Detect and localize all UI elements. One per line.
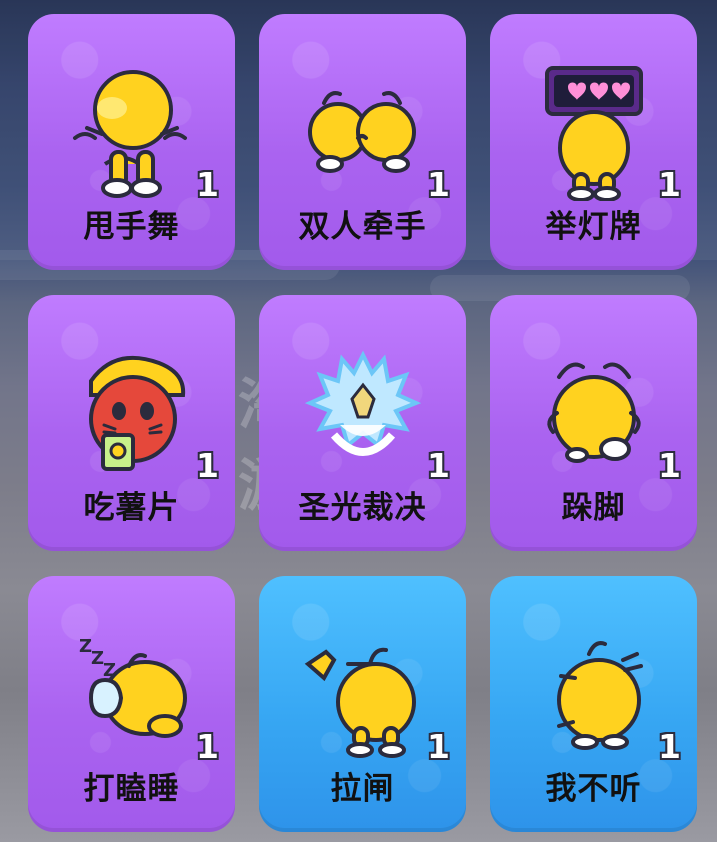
item-label: 打瞌睡 (83, 771, 180, 807)
item-label: 跺脚 (561, 490, 626, 526)
item-count: 1 (427, 727, 450, 766)
item-count: 1 (658, 727, 681, 766)
hand-holding-chicks-icon (307, 91, 416, 173)
item-label: 拉闸 (330, 771, 395, 807)
dancing-chick-icon (72, 70, 187, 198)
holy-crown-icon (304, 350, 421, 456)
item-label: 双人牵手 (298, 209, 427, 245)
emote-card-8[interactable]: 1 我不听 (490, 576, 697, 832)
ignore-chick-icon (556, 641, 643, 750)
sleeping-chick-icon: Z Z Z (79, 636, 187, 738)
item-label: 我不听 (545, 771, 642, 807)
item-count: 1 (196, 165, 219, 204)
emote-card-5[interactable]: 1 跺脚 (490, 295, 697, 551)
item-label: 圣光裁决 (298, 490, 427, 526)
lightboard-chick-icon (544, 66, 643, 201)
emote-card-1[interactable]: 1 双人牵手 (259, 14, 466, 270)
item-count: 1 (427, 446, 450, 485)
item-count: 1 (658, 446, 681, 485)
lever-pull-chick-icon (304, 647, 416, 758)
emote-card-4[interactable]: 1 圣光裁决 (259, 295, 466, 551)
item-count: 1 (658, 165, 681, 204)
emote-card-0[interactable]: 1 甩手舞 (28, 14, 235, 270)
emote-grid: 1 甩手舞 1 双人牵手 1 举灯牌 1 吃薯片 1 圣光裁决 1 跺脚 Z Z… (28, 14, 697, 832)
emote-card-2[interactable]: 1 举灯牌 (490, 14, 697, 270)
item-label: 举灯牌 (545, 209, 642, 245)
item-label: 吃薯片 (83, 490, 180, 526)
item-count: 1 (196, 446, 219, 485)
item-count: 1 (196, 727, 219, 766)
emote-card-7[interactable]: 1 拉闸 (259, 576, 466, 832)
item-label: 甩手舞 (83, 209, 180, 245)
item-count: 1 (427, 165, 450, 204)
stomping-chick-icon (546, 362, 641, 463)
emote-card-3[interactable]: 1 吃薯片 (28, 295, 235, 551)
chips-snack-icon (88, 355, 185, 471)
emote-card-6[interactable]: Z Z Z 1 打瞌睡 (28, 576, 235, 832)
